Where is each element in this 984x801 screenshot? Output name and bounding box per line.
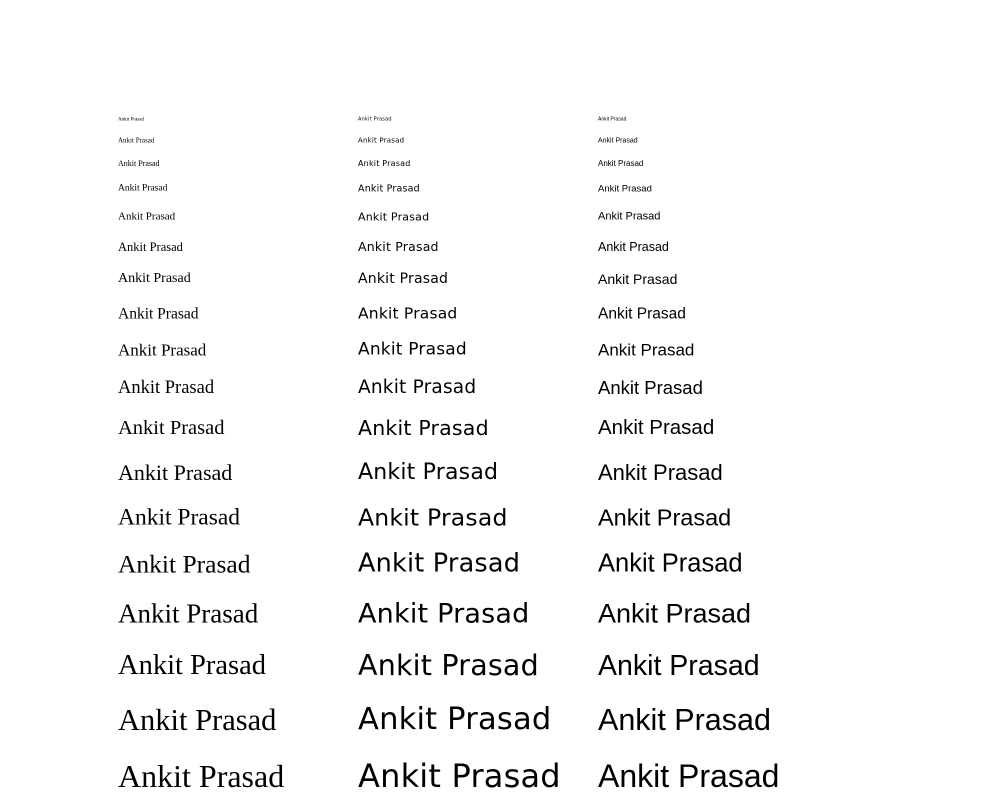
sample-text: Ankit Prasad <box>598 649 760 682</box>
sample-text: Ankit Prasad <box>598 159 644 168</box>
sample-text: Ankit Prasad <box>118 183 168 194</box>
sample-text: Ankit Prasad <box>598 340 695 360</box>
sample-text: Ankit Prasad <box>118 758 285 794</box>
sample-text: Ankit Prasad <box>598 504 732 531</box>
sample-text: Ankit Prasad <box>598 376 703 398</box>
sample-text: Ankit Prasad <box>358 116 392 123</box>
sample-text: Ankit Prasad <box>598 702 771 737</box>
sample-text: Ankit Prasad <box>358 238 439 254</box>
sample-text: Ankit Prasad <box>118 305 199 323</box>
sample-text: Ankit Prasad <box>358 415 489 440</box>
sample-text: Ankit Prasad <box>118 136 155 145</box>
sample-text: Ankit Prasad <box>598 271 678 287</box>
sample-text: Ankit Prasad <box>358 503 508 532</box>
sample-text: Ankit Prasad <box>358 159 411 168</box>
sample-text: Ankit Prasad <box>358 136 405 145</box>
sample-text: Ankit Prasad <box>358 460 499 485</box>
sample-text: Ankit Prasad <box>118 598 259 629</box>
sample-text: Ankit Prasad <box>598 415 715 439</box>
sample-text: Ankit Prasad <box>598 183 652 195</box>
sample-text: Ankit Prasad <box>358 598 530 630</box>
sample-text: Ankit Prasad <box>598 598 752 629</box>
sample-text: Ankit Prasad <box>598 305 686 323</box>
sample-text: Ankit Prasad <box>118 504 241 531</box>
sample-text: Ankit Prasad <box>118 416 225 439</box>
sample-text: Ankit Prasad <box>598 460 723 485</box>
sample-text: Ankit Prasad <box>118 340 207 360</box>
sample-text: Ankit Prasad <box>358 648 539 682</box>
sample-text: Ankit Prasad <box>118 159 160 168</box>
sample-text: Ankit Prasad <box>358 339 467 360</box>
sample-text: Ankit Prasad <box>358 701 552 737</box>
sample-text: Ankit Prasad <box>118 460 233 485</box>
sample-text: Ankit Prasad <box>358 183 420 195</box>
sample-text: Ankit Prasad <box>358 376 477 398</box>
font-column-sans: Ankit Prasad Ankit Prasad Ankit Prasad A… <box>358 0 594 801</box>
sample-text: Ankit Prasad <box>598 137 638 145</box>
sample-text: Ankit Prasad <box>118 377 215 398</box>
sample-text: Ankit Prasad <box>598 210 661 223</box>
sample-text: Ankit Prasad <box>118 702 277 737</box>
sample-text: Ankit Prasad <box>358 304 458 323</box>
sample-text: Ankit Prasad <box>118 649 267 681</box>
sample-text: Ankit Prasad <box>118 549 251 579</box>
sample-text: Ankit Prasad <box>358 548 521 579</box>
sample-text: Ankit Prasad <box>598 239 669 254</box>
sample-text: Ankit Prasad <box>118 271 191 286</box>
sample-text: Ankit Prasad <box>118 117 144 123</box>
sample-text: Ankit Prasad <box>598 549 743 578</box>
sample-text: Ankit Prasad <box>358 757 561 795</box>
font-column-serif: Ankit Prasad Ankit Prasad Ankit Prasad A… <box>118 0 354 801</box>
sample-text: Ankit Prasad <box>118 210 176 223</box>
sample-text: Ankit Prasad <box>358 210 430 224</box>
sample-text: Ankit Prasad <box>598 758 780 794</box>
font-column-arial: Ankit Prasad Ankit Prasad Ankit Prasad A… <box>598 0 834 801</box>
sample-text: Ankit Prasad <box>118 239 183 254</box>
sample-text: Ankit Prasad <box>598 116 627 123</box>
sample-text: Ankit Prasad <box>358 271 449 287</box>
